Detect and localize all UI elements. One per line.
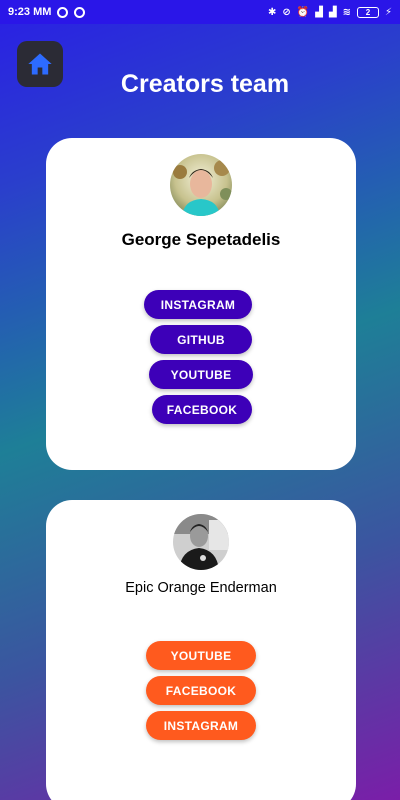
- battery-icon: 2: [356, 6, 379, 18]
- alarm-icon: ⏰: [296, 6, 310, 18]
- signal-icon: ▟: [315, 6, 323, 18]
- creator-card: George Sepetadelis INSTAGRAM GITHUB YOUT…: [46, 138, 356, 470]
- wifi-icon: ≋: [342, 6, 351, 18]
- page-title: Creators team: [120, 70, 290, 98]
- facebook-button[interactable]: FACEBOOK: [152, 395, 252, 424]
- social-links: YOUTUBE FACEBOOK INSTAGRAM: [46, 641, 356, 740]
- bluetooth-icon: ✱: [267, 6, 277, 18]
- creator-name: George Sepetadelis: [121, 230, 281, 249]
- battery-level: 2: [365, 7, 371, 17]
- creator-name: Epic Orange Enderman: [125, 580, 277, 596]
- youtube-button[interactable]: YOUTUBE: [149, 360, 253, 389]
- status-time: 9:23 MM: [8, 6, 52, 18]
- notification-icon: [74, 6, 86, 18]
- youtube-button[interactable]: YOUTUBE: [146, 641, 256, 670]
- instagram-button[interactable]: INSTAGRAM: [146, 711, 256, 740]
- notification-icon: [57, 6, 69, 18]
- social-links: INSTAGRAM GITHUB YOUTUBE FACEBOOK: [46, 290, 356, 424]
- facebook-button[interactable]: FACEBOOK: [146, 676, 256, 705]
- instagram-button[interactable]: INSTAGRAM: [144, 290, 252, 319]
- status-bar: 9:23 MM ✱ ⊘ ⏰ ▟ ▟ ≋ 2 ⚡: [0, 0, 400, 24]
- charging-icon: ⚡: [384, 6, 392, 18]
- creator-card: Epic Orange Enderman YOUTUBE FACEBOOK IN…: [46, 500, 356, 800]
- avatar: [170, 154, 232, 216]
- mute-icon: ⊘: [282, 6, 291, 18]
- github-button[interactable]: GITHUB: [150, 325, 252, 354]
- avatar: [173, 514, 229, 570]
- signal-icon: ▟: [328, 6, 337, 18]
